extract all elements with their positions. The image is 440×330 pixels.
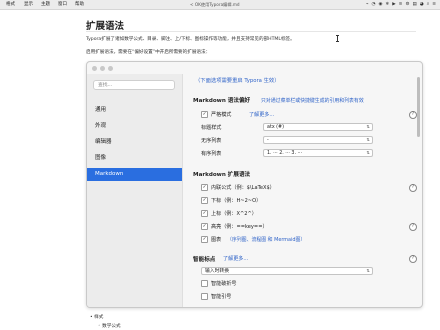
tray-icon-9[interactable]: ◕ <box>420 0 424 9</box>
tray-icon-8[interactable]: ▤ <box>412 0 416 9</box>
markdown-preferences-note: 只对通过菜单栏或快捷键生成的引用和列表有效 <box>261 98 364 104</box>
heading-style-label: 标题样式 <box>201 125 222 131</box>
ordered-list-label: 有序列表 <box>201 151 222 157</box>
unordered-list-select[interactable]: - ⇅ <box>263 136 373 144</box>
list-item: ◦ 数学公式 <box>98 324 121 329</box>
list-item: • 样式 <box>90 315 104 320</box>
menu-window[interactable]: 窗口 <box>58 0 67 9</box>
window-titlebar[interactable] <box>87 62 422 74</box>
diagrams-label: 图表 <box>211 237 222 243</box>
strict-mode-checkbox[interactable]: ✓ <box>201 111 208 118</box>
markdown-preferences-title: Markdown 语法偏好 <box>193 98 251 104</box>
sidebar-item-appearance[interactable]: 外观 <box>87 120 182 133</box>
menu-theme[interactable]: 主题 <box>41 0 50 9</box>
ordered-list-value: 1. ··· 2. ··· 3. ··· <box>267 151 303 156</box>
sidebar-item-general[interactable]: 通用 <box>87 104 182 117</box>
unordered-list-value: - <box>267 138 269 143</box>
content-scrollbar[interactable] <box>417 77 420 137</box>
smart-punctuation-title: 智能标点 <box>193 257 216 263</box>
minimize-icon[interactable] <box>100 66 105 71</box>
smart-punctuation-select[interactable]: 输入时转换 ⇅ <box>201 267 373 275</box>
sidebar-item-image[interactable]: 图像 <box>87 152 182 165</box>
paragraph-intro: Typora扩展了诸如数学公式、目录、脚注、上/下标、图标操作等功能，并且支持常… <box>86 37 295 42</box>
paragraph-enable: 启用扩展语法，需要在“偏好设置”中开启所需要的扩展语法： <box>86 50 211 55</box>
search-input[interactable]: 查找... <box>93 80 175 90</box>
menu-help[interactable]: 帮助 <box>75 0 84 9</box>
unordered-list-label: 无序列表 <box>201 138 222 144</box>
control-center-icon[interactable]: ≡ <box>432 0 436 9</box>
subscript-label: 下标（例：H~2~O） <box>211 198 262 204</box>
tray-icon-6[interactable]: ≋ <box>399 0 403 9</box>
help-icon[interactable]: ? <box>409 223 417 231</box>
help-icon[interactable]: ? <box>409 111 417 119</box>
diagrams-checkbox[interactable]: ✓ <box>201 236 208 243</box>
strict-mode-label: 严格模式 <box>211 112 232 118</box>
tray-icon-2[interactable]: ◔ <box>372 0 376 9</box>
section-heading: 扩展语法 <box>86 21 125 32</box>
strict-mode-learn-more-link[interactable]: 了解更多... <box>249 111 274 118</box>
status-tray: ⌁ ◔ ◉ ❄ ▶ ≋ ⚙ ▤ ◕ ⌕ ≡ <box>366 0 436 9</box>
restart-notice: （下面选项需要重启 Typora 生效） <box>195 78 280 84</box>
tray-icon-7[interactable]: ⚙ <box>405 0 409 9</box>
superscript-checkbox[interactable]: ✓ <box>201 210 208 217</box>
smart-dash-label: 智能破折号 <box>211 281 237 287</box>
help-icon[interactable]: ? <box>409 255 417 263</box>
inline-math-checkbox[interactable]: ✓ <box>201 184 208 191</box>
tray-icon-1[interactable]: ⌁ <box>366 0 369 9</box>
tray-icon-3[interactable]: ◉ <box>378 0 382 9</box>
chevron-updown-icon: ⇅ <box>366 137 370 142</box>
preferences-sidebar: 查找... 通用 外观 编辑器 图像 Markdown <box>87 74 183 307</box>
document-title: < OK使用Typora编辑.md <box>190 2 240 7</box>
markdown-extensions-title: Markdown 扩展语法 <box>193 172 251 178</box>
menu-bar: 格式 显示 主题 窗口 帮助 < OK使用Typora编辑.md ⌁ ◔ ◉ ❄… <box>0 0 440 10</box>
close-icon[interactable] <box>92 66 97 71</box>
smart-quotes-checkbox[interactable] <box>201 293 208 300</box>
chevron-updown-icon: ⇅ <box>366 150 370 155</box>
chevron-updown-icon: ⇅ <box>366 268 370 273</box>
smart-punctuation-learn-more-link[interactable]: 了解更多... <box>223 255 248 262</box>
menu-format[interactable]: 格式 <box>6 0 15 9</box>
smart-quotes-label: 智能引号 <box>211 294 232 300</box>
heading-divider <box>86 31 416 32</box>
smart-punctuation-value: 输入时转换 <box>205 269 229 274</box>
zoom-icon[interactable] <box>108 66 113 71</box>
heading-style-value: atx (#) <box>267 125 284 130</box>
tray-icon-5[interactable]: ▶ <box>392 0 395 9</box>
text-cursor-icon <box>336 35 339 42</box>
chevron-updown-icon: ⇅ <box>366 124 370 129</box>
diagrams-note: （序列图、流程图 和 Mermaid图） <box>227 237 306 243</box>
tray-icon-4[interactable]: ❄ <box>385 0 389 9</box>
subscript-checkbox[interactable]: ✓ <box>201 197 208 204</box>
help-icon[interactable]: ? <box>409 184 417 192</box>
preferences-window: 查找... 通用 外观 编辑器 图像 Markdown （下面选项需要重启 Ty… <box>86 61 423 308</box>
highlight-checkbox[interactable]: ✓ <box>201 223 208 230</box>
preferences-content: （下面选项需要重启 Typora 生效） Markdown 语法偏好 只对通过菜… <box>183 74 422 307</box>
menu-view[interactable]: 显示 <box>24 0 33 9</box>
heading-style-select[interactable]: atx (#) ⇅ <box>263 123 373 131</box>
search-icon[interactable]: ⌕ <box>427 0 430 9</box>
smart-dash-checkbox[interactable] <box>201 280 208 287</box>
ordered-list-select[interactable]: 1. ··· 2. ··· 3. ··· ⇅ <box>263 149 373 157</box>
highlight-label: 高亮（例：==key==） <box>211 224 268 230</box>
sidebar-item-markdown[interactable]: Markdown <box>87 168 182 181</box>
superscript-label: 上标（例：X^2^） <box>211 211 257 217</box>
sidebar-item-editor[interactable]: 编辑器 <box>87 136 182 149</box>
inline-math-label: 内联公式（例：$\LaTeX$） <box>211 185 275 191</box>
